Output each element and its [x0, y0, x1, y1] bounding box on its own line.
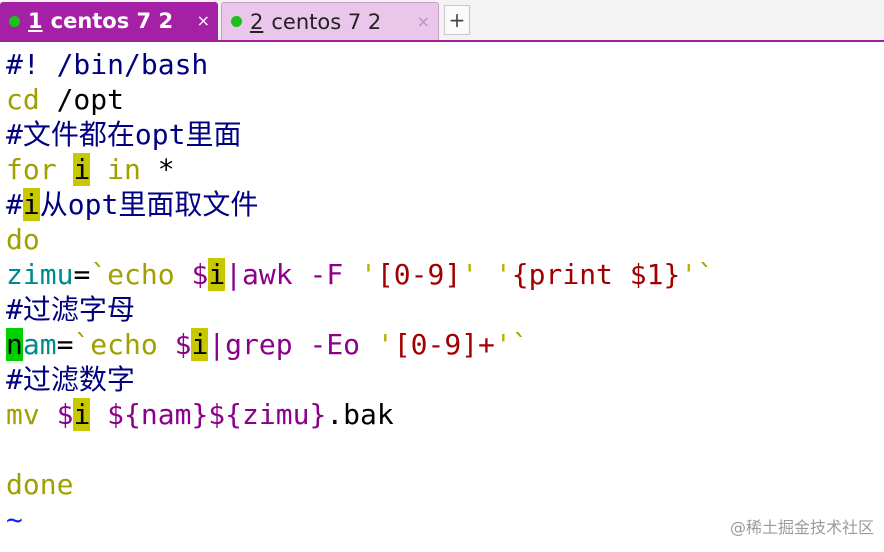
comment: 从 — [39, 188, 68, 221]
variable: ${nam}${zimu} — [107, 398, 327, 431]
code-line: #过滤字母 — [0, 292, 884, 327]
command: |awk -F — [225, 258, 361, 291]
code-line: mv $i ${nam}${zimu}.bak — [0, 397, 884, 432]
code-text: .bak — [326, 398, 394, 431]
new-tab-button[interactable]: + — [444, 5, 470, 35]
search-highlight: i — [22, 188, 40, 221]
code-line: zimu=`echo $i|awk -F '[0-9]' '{print $1}… — [0, 257, 884, 292]
string: [0-9]+ — [393, 328, 495, 361]
quote: ' — [680, 258, 698, 291]
quote: ' — [494, 258, 512, 291]
keyword: for — [6, 153, 57, 186]
comment: 里面取文件 — [118, 188, 259, 221]
command: ` — [511, 328, 529, 361]
code-line: nam=`echo $i|grep -Eo '[0-9]+'` — [0, 327, 884, 362]
comment: 文件都在 — [22, 118, 135, 151]
comment: 过滤数字 — [22, 363, 135, 396]
shebang: #! /bin/bash — [6, 48, 209, 81]
tab-1[interactable]: 1 centos 7 2 × — [0, 2, 218, 40]
variable: $ — [174, 328, 192, 361]
code-text: = — [73, 258, 91, 291]
search-highlight: i — [73, 398, 91, 431]
command: |grep -Eo — [208, 328, 377, 361]
tab-number: 2 — [250, 9, 264, 34]
connection-status-icon — [231, 16, 242, 27]
quote: ' — [376, 328, 394, 361]
keyword: in — [107, 153, 141, 186]
code-line: #文件都在opt里面 — [0, 117, 884, 152]
comment: 里面 — [185, 118, 242, 151]
quote: ' — [494, 328, 512, 361]
code-text: * — [140, 153, 175, 186]
tab-2[interactable]: 2 centos 7 2 × — [221, 2, 439, 40]
code-line: done — [0, 467, 884, 502]
variable: am — [22, 328, 57, 361]
comment: opt — [67, 188, 119, 221]
search-highlight: i — [73, 153, 91, 186]
comment: opt — [134, 118, 186, 151]
watermark: @稀土掘金技术社区 — [729, 518, 874, 537]
tilde-marker: ~ — [6, 503, 23, 536]
keyword: do — [6, 223, 40, 256]
code-text: /opt — [39, 83, 125, 116]
tab-label: centos 7 2 — [50, 9, 174, 33]
code-line: for i in * — [0, 152, 884, 187]
code-text: = — [56, 328, 74, 361]
terminal-editor[interactable]: #! /bin/bash cd /opt #文件都在opt里面 for i in… — [0, 47, 884, 537]
command: mv — [6, 398, 57, 431]
search-highlight: i — [208, 258, 226, 291]
comment: # — [6, 118, 23, 151]
string: [0-9] — [376, 258, 462, 291]
code-line: cd /opt — [0, 82, 884, 117]
string: {print $1} — [511, 258, 681, 291]
close-icon[interactable]: × — [417, 12, 430, 31]
quote: ' — [461, 258, 479, 291]
command: `echo — [73, 328, 175, 361]
code-line: #! /bin/bash — [0, 47, 884, 82]
comment: # — [6, 188, 23, 221]
variable: zimu — [6, 258, 74, 291]
code-line: #过滤数字 — [0, 362, 884, 397]
text-cursor: n — [6, 328, 23, 361]
connection-status-icon — [9, 15, 20, 27]
tab-bar: 1 centos 7 2 × 2 centos 7 2 × + — [0, 0, 884, 42]
keyword: cd — [6, 83, 40, 116]
tab-label: centos 7 2 — [271, 9, 382, 34]
keyword: done — [6, 468, 74, 501]
command: `echo — [90, 258, 192, 291]
search-highlight: i — [191, 328, 209, 361]
tab-number: 1 — [28, 9, 43, 33]
command: ` — [697, 258, 715, 291]
close-icon[interactable]: × — [197, 11, 210, 30]
comment: 过滤字母 — [22, 293, 135, 326]
variable: $ — [191, 258, 209, 291]
code-line: #i从opt里面取文件 — [0, 187, 884, 222]
quote: ' — [360, 258, 377, 291]
comment: # — [6, 293, 23, 326]
variable: $ — [56, 398, 74, 431]
code-line: do — [0, 222, 884, 257]
comment: # — [6, 363, 23, 396]
